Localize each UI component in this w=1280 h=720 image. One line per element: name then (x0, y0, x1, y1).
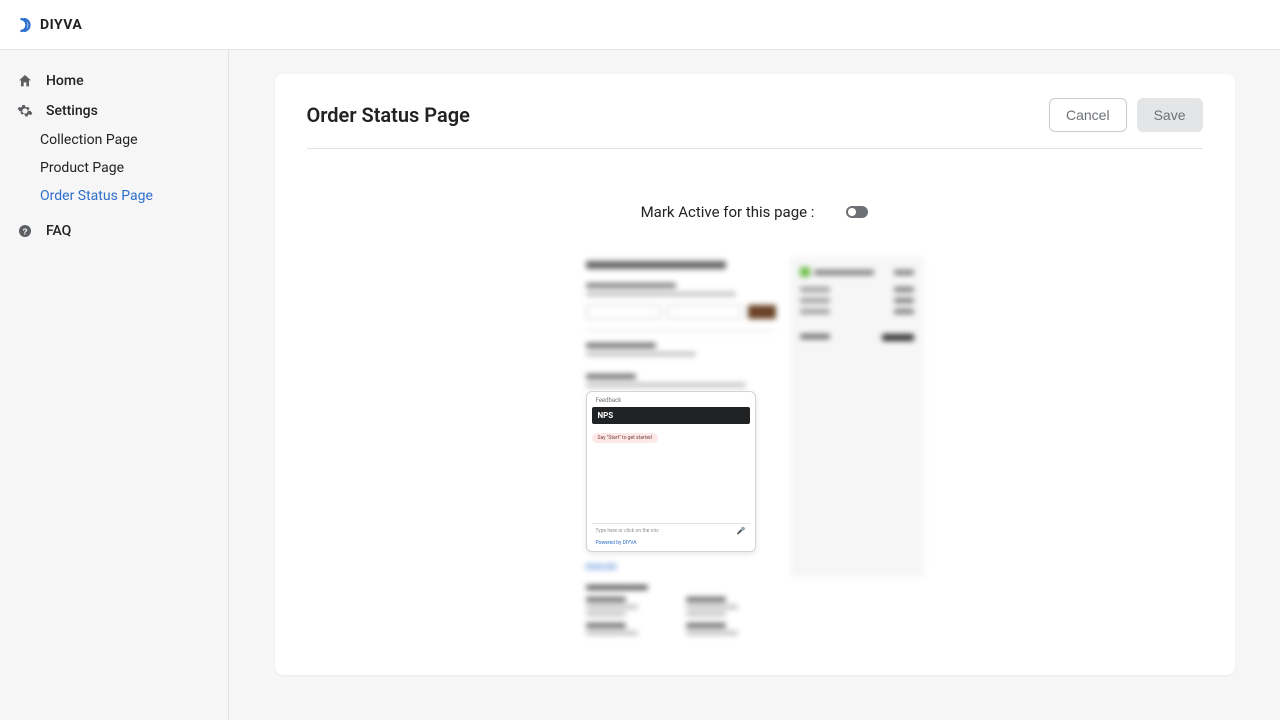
toggle-label: Mark Active for this page : (641, 203, 815, 221)
sidebar-item-collection-page[interactable]: Collection Page (0, 126, 228, 154)
svg-text:?: ? (22, 226, 27, 236)
sidebar-item-settings[interactable]: Settings (0, 96, 228, 126)
nps-header: NPS (592, 407, 750, 424)
sidebar: Home Settings Collection Page Product Pa… (0, 50, 229, 720)
help-circle-icon: ? (16, 223, 34, 239)
start-chip: Say "Start" to get started (592, 433, 658, 443)
active-toggle[interactable] (846, 206, 868, 218)
active-toggle-row: Mark Active for this page : (307, 203, 1203, 221)
sidebar-item-label: Settings (46, 103, 98, 119)
sidebar-item-faq[interactable]: ? FAQ (0, 216, 228, 246)
feedback-widget: Feedback NPS Say "Start" to get started … (586, 391, 756, 552)
cancel-button[interactable]: Cancel (1049, 98, 1127, 132)
sidebar-item-label: Home (46, 73, 84, 89)
feedback-input-placeholder: Type here or click on the mic (596, 528, 659, 534)
sidebar-item-product-page[interactable]: Product Page (0, 154, 228, 182)
page-title: Order Status Page (307, 103, 470, 127)
feedback-input-row: Type here or click on the mic 🎤 (592, 523, 750, 538)
brand-logo-icon (16, 16, 34, 34)
preview-blur-left (586, 261, 776, 387)
microphone-icon: 🎤 (737, 527, 746, 535)
feedback-label: Feedback (592, 397, 750, 404)
gear-icon (16, 103, 34, 119)
main-content: Order Status Page Cancel Save Mark Activ… (229, 50, 1280, 720)
app-header: DIYVA (0, 0, 1280, 50)
settings-card: Order Status Page Cancel Save Mark Activ… (275, 74, 1235, 675)
sidebar-item-home[interactable]: Home (0, 66, 228, 96)
card-header: Order Status Page Cancel Save (307, 98, 1203, 149)
sidebar-item-label: FAQ (46, 223, 71, 239)
brand-logo: DIYVA (16, 16, 82, 34)
save-button[interactable]: Save (1137, 98, 1203, 132)
brand-name: DIYVA (40, 17, 82, 33)
preview-summary (790, 257, 924, 577)
sidebar-item-order-status-page[interactable]: Order Status Page (0, 182, 228, 210)
home-icon (16, 73, 34, 89)
preview-blur-bottom: xxxxxx xxxx (586, 552, 776, 635)
powered-by: Powered by DIYVA (592, 538, 750, 546)
action-buttons: Cancel Save (1049, 98, 1203, 132)
page-preview: Feedback NPS Say "Start" to get started … (307, 257, 1203, 635)
